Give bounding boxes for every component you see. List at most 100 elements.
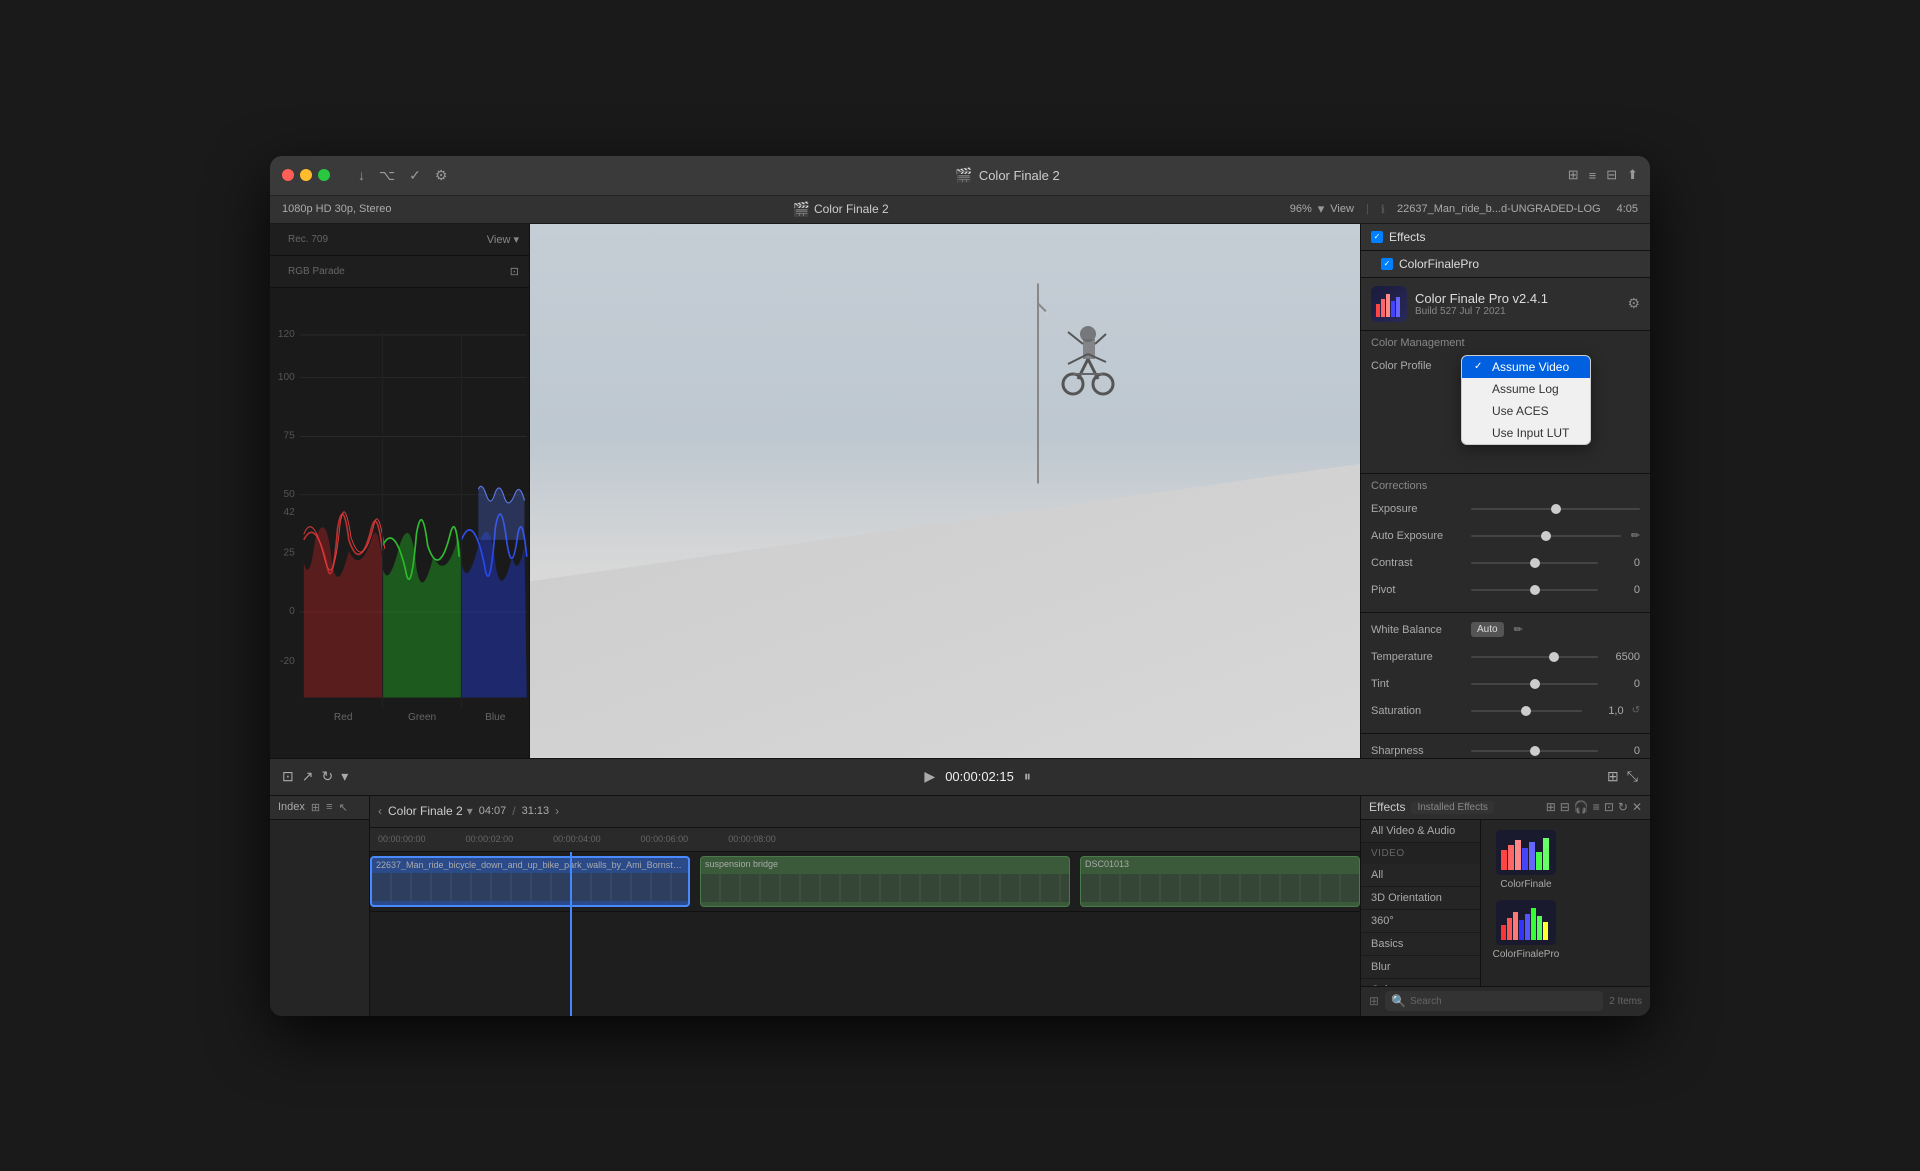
waveform-header: Rec. 709 View ▾	[270, 224, 529, 256]
exposure-thumb[interactable]	[1551, 504, 1561, 514]
tc-next-icon[interactable]: ›	[555, 804, 559, 818]
effect-item-colorfinale-pro[interactable]: ColorFinalePro	[1491, 900, 1561, 960]
auto-exposure-slider[interactable]	[1471, 535, 1621, 537]
category-all[interactable]: All	[1361, 864, 1480, 887]
play-icon[interactable]: ▶	[924, 768, 935, 785]
tool-icon[interactable]: ↗	[302, 768, 314, 785]
category-360[interactable]: 360°	[1361, 910, 1480, 933]
saturation-slider[interactable]	[1471, 710, 1582, 712]
waveform-panel: Rec. 709 View ▾ RGB Parade ⊡ 120 100 75 …	[270, 224, 530, 758]
category-color[interactable]: Color	[1361, 979, 1480, 986]
key-icon[interactable]: ⌥	[379, 167, 395, 184]
effect-item-colorfinale[interactable]: ColorFinale	[1491, 830, 1561, 890]
share-icon[interactable]: ⬆	[1627, 167, 1638, 183]
sharpness-slider[interactable]	[1471, 750, 1598, 752]
search-icon: 🔍	[1391, 994, 1406, 1008]
effect-name-colorfinale-pro: ColorFinalePro	[1493, 949, 1560, 960]
tc-dropdown-icon[interactable]: ▾	[467, 804, 473, 818]
eff-grid-icon[interactable]: ⊟	[1560, 800, 1570, 814]
tint-thumb[interactable]	[1530, 679, 1540, 689]
eff-screen-icon[interactable]: ⊡	[1604, 800, 1614, 814]
clip-filmstrip-3	[1081, 874, 1359, 902]
tl-tool-icon[interactable]: ⊞	[311, 801, 320, 814]
effects-checkbox[interactable]: ✓	[1371, 231, 1383, 243]
contrast-slider[interactable]	[1471, 562, 1598, 564]
eff-refresh-icon[interactable]: ↻	[1618, 800, 1628, 814]
pause-icon[interactable]: ⏸	[1024, 768, 1031, 785]
plugin-name: Color Finale Pro v2.4.1	[1415, 291, 1619, 306]
plugin-icon-svg	[1374, 289, 1404, 319]
playhead[interactable]	[570, 852, 572, 1016]
auto-exposure-edit-icon[interactable]: ✏	[1631, 529, 1640, 542]
check-icon[interactable]: ✓	[409, 167, 421, 184]
plugin-settings-icon[interactable]: ⚙	[1627, 295, 1640, 312]
list-icon[interactable]: ≡	[1589, 168, 1597, 183]
zoom-dropdown-icon[interactable]: ▾	[1318, 201, 1325, 217]
category-basics[interactable]: Basics	[1361, 933, 1480, 956]
eff-headphone-icon[interactable]: 🎧	[1574, 800, 1589, 814]
tc-sequence-name: Color Finale 2 ▾	[388, 804, 473, 818]
category-3d-orientation[interactable]: 3D Orientation	[1361, 887, 1480, 910]
tl-pointer-icon[interactable]: ↖	[339, 801, 348, 814]
saturation-thumb[interactable]	[1521, 706, 1531, 716]
info-icon[interactable]: ℹ	[1381, 203, 1385, 216]
effects-panel-title: Effects	[1369, 800, 1405, 814]
tl-list-icon[interactable]: ≡	[326, 801, 332, 813]
fullscreen-button[interactable]	[318, 169, 330, 181]
dropdown-option-use-aces[interactable]: Use ACES	[1462, 400, 1590, 422]
sharpness-thumb[interactable]	[1530, 746, 1540, 756]
eff-list-icon[interactable]: ⊞	[1546, 800, 1556, 814]
timeline-header-left: Index ⊞ ≡ ↖	[270, 796, 369, 820]
temperature-thumb[interactable]	[1549, 652, 1559, 662]
effects-footer: ⊞ 🔍 Search 2 Items	[1361, 986, 1650, 1016]
saturation-reset-icon[interactable]: ↺	[1632, 705, 1640, 716]
waveform-view-button[interactable]: View ▾	[487, 233, 519, 246]
effect-thumb-colorfinale-pro	[1496, 900, 1556, 945]
playback-left: ⊡ ↗ ↻ ▾	[282, 768, 348, 785]
waveform-svg: 120 100 75 50 42 25 0 -20	[270, 288, 529, 758]
dropdown-option-assume-video[interactable]: ✓ Assume Video	[1462, 356, 1590, 378]
fullscreen-icon[interactable]: ⤡	[1627, 768, 1638, 785]
auto-button[interactable]: Auto	[1471, 622, 1504, 637]
pivot-thumb[interactable]	[1530, 585, 1540, 595]
category-all-video-audio[interactable]: All Video & Audio	[1361, 820, 1480, 843]
pivot-slider[interactable]	[1471, 589, 1598, 591]
main-clip[interactable]: 22637_Man_ride_bicycle_down_and_up_bike_…	[370, 856, 690, 907]
white-balance-edit-icon[interactable]: ✏	[1514, 623, 1523, 636]
color-management-section: Color Management Color Profile ✓ Assume …	[1361, 331, 1650, 474]
right-clip[interactable]: DSC01013	[1080, 856, 1360, 907]
search-input-area[interactable]: 🔍 Search	[1385, 991, 1603, 1011]
zoom-icon[interactable]: ▾	[341, 768, 348, 785]
dropdown-option-use-input-lut[interactable]: Use Input LUT	[1462, 422, 1590, 444]
settings-icon[interactable]: ⚙	[435, 167, 448, 184]
view-select-icon[interactable]: ⊞	[1607, 768, 1619, 785]
waveform-capture-btn[interactable]: ⊡	[510, 265, 519, 278]
color-profile-label: Color Profile	[1371, 360, 1471, 372]
back-icon[interactable]: ↓	[358, 167, 365, 184]
panel-icon[interactable]: ⊟	[1606, 167, 1617, 183]
minimize-button[interactable]	[300, 169, 312, 181]
middle-clip[interactable]: suspension bridge	[700, 856, 1070, 907]
colorfinalepro-checkbox[interactable]: ✓	[1381, 258, 1393, 270]
color-profile-dropdown[interactable]: ✓ Assume Video Assume Log Use ACES	[1461, 355, 1591, 445]
exposure-slider[interactable]	[1471, 508, 1640, 510]
video-preview[interactable]	[530, 224, 1360, 758]
tc-prev-icon[interactable]: ‹	[378, 804, 382, 818]
close-button[interactable]	[282, 169, 294, 181]
view-button[interactable]: View	[1330, 203, 1354, 215]
ruler-mark-3: 00:00:06:00	[641, 834, 689, 844]
clip-filmstrip-1	[372, 873, 688, 901]
contrast-thumb[interactable]	[1530, 558, 1540, 568]
auto-exposure-thumb[interactable]	[1541, 531, 1551, 541]
tint-slider[interactable]	[1471, 683, 1598, 685]
main-clip-label: 22637_Man_ride_bicycle_down_and_up_bike_…	[376, 860, 684, 870]
eff-close-icon[interactable]: ✕	[1632, 800, 1642, 814]
eff-filter-icon[interactable]: ≡	[1593, 800, 1600, 814]
dropdown-option-assume-log[interactable]: Assume Log	[1462, 378, 1590, 400]
footer-grid-icon[interactable]: ⊞	[1369, 994, 1379, 1008]
category-blur[interactable]: Blur	[1361, 956, 1480, 979]
crop-icon[interactable]: ⊡	[282, 768, 294, 785]
grid-icon[interactable]: ⊞	[1568, 167, 1579, 183]
temperature-slider[interactable]	[1471, 656, 1598, 658]
rotate-icon[interactable]: ↻	[321, 768, 333, 785]
